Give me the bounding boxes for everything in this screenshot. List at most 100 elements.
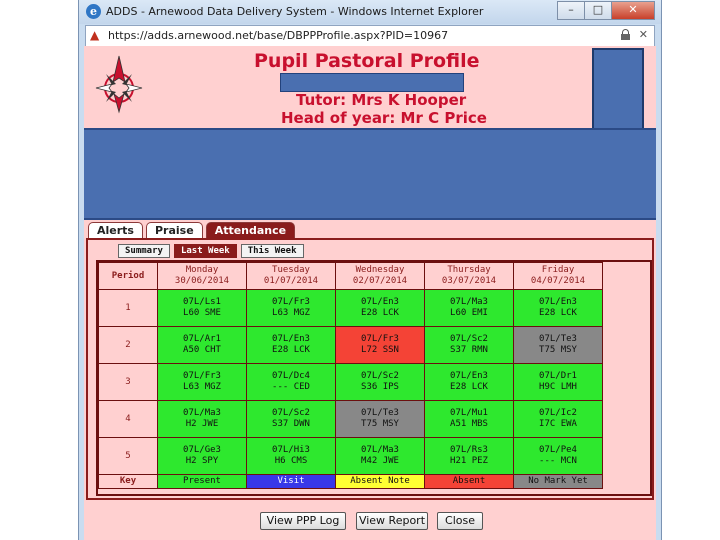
lesson-class: 07L/Hi3 [272,445,310,455]
lesson-room: S36 IPS [361,382,399,392]
subtab-summary[interactable]: Summary [118,244,170,258]
arnewood-logo-icon [95,55,143,114]
lesson-class: 07L/Ge3 [183,445,221,455]
lesson-cell: 07L/Ic2 I7C EWA [513,400,603,438]
lesson-room: H9C LMH [539,382,577,392]
browser-window: e ADDS - Arnewood Data Delivery System -… [78,0,662,540]
lesson-cell: 07L/Ma3 M42 JWE [335,437,425,475]
view-report-button[interactable]: View Report [356,512,428,530]
lesson-class: 07L/Pe4 [539,445,577,455]
lesson-cell: 07L/En3 E28 LCK [424,363,514,401]
lesson-cell: 07L/Sc2 S36 IPS [335,363,425,401]
certificate-icon[interactable]: ✕ [639,28,648,41]
lesson-room: E28 LCK [361,308,399,318]
minimize-button[interactable]: – [557,1,585,20]
lesson-room: --- MCN [539,456,577,466]
day-column-header: Wednesday 02/07/2014 [335,262,425,290]
day-date: 30/06/2014 [174,276,230,286]
attendance-grid-frame: Period Monday 30/06/2014 Tuesday 01/07/201… [96,260,652,496]
lesson-cell: 07L/Ar1 A50 CHT [157,326,247,364]
lesson-class: 07L/Ic2 [539,408,577,418]
key-absent: Absent [424,474,514,489]
key-absent-note: Absent Note [335,474,425,489]
view-ppp-log-button[interactable]: View PPP Log [260,512,346,530]
lesson-cell: 07L/Sc2 S37 RMN [424,326,514,364]
lesson-class: 07L/En3 [539,297,577,307]
profile-tabs: Alerts Praise Attendance [88,222,298,238]
day-date: 03/07/2014 [441,276,497,286]
period-column-header: Period [98,262,158,290]
lesson-room: H6 CMS [274,456,308,466]
redacted-details [84,128,656,220]
lesson-room: E28 LCK [539,308,577,318]
address-bar[interactable]: ▲ https://adds.arnewood.net/base/DBPPPro… [85,25,655,47]
lesson-class: 07L/Fr3 [361,334,399,344]
subtab-this-week[interactable]: This Week [240,244,304,258]
page-content: Pupil Pastoral Profile Tutor: Mrs K Hoop… [84,46,656,540]
period-number: 1 [98,289,158,327]
tab-attendance[interactable]: Attendance [205,222,296,238]
day-name: Monday [185,265,219,275]
key-present: Present [157,474,247,489]
lesson-room: A51 MBS [450,419,488,429]
subtab-last-week[interactable]: Last Week [173,244,237,258]
lesson-cell: 07L/Rs3 H21 PEZ [424,437,514,475]
table-row: 3 07L/Fr3 L63 MGZ 07L/Dc4 --- CED 07L/Sc2 S… [98,363,603,401]
lesson-class: 07L/Mu1 [450,408,488,418]
page-title: Pupil Pastoral Profile [254,50,480,72]
lesson-class: 07L/Ma3 [450,297,488,307]
lesson-cell: 07L/Ma3 H2 JWE [157,400,247,438]
period-number: 5 [98,437,158,475]
lesson-cell: 07L/Ma3 L60 EMI [424,289,514,327]
profile-header: Pupil Pastoral Profile Tutor: Mrs K Hoop… [84,46,656,130]
lesson-class: 07L/Te3 [361,408,399,418]
period-number: 4 [98,400,158,438]
lesson-cell: 07L/Mu1 A51 MBS [424,400,514,438]
tab-alerts[interactable]: Alerts [88,222,143,238]
lesson-cell: 07L/Ge3 H2 SPY [157,437,247,475]
tab-praise[interactable]: Praise [145,222,203,238]
action-bar: View PPP Log View Report Close [84,506,656,540]
lesson-class: 07L/Sc2 [450,334,488,344]
period-number: 2 [98,326,158,364]
table-row: 1 07L/Ls1 L60 SME 07L/Fr3 L63 MGZ 07L/En3 E… [98,289,603,327]
lesson-cell: 07L/En3 E28 LCK [513,289,603,327]
attendance-panel: Summary Last Week This Week Period Monda… [86,238,654,500]
lesson-class: 07L/Rs3 [450,445,488,455]
day-name: Tuesday [272,265,310,275]
lesson-class: 07L/Ls1 [183,297,221,307]
close-window-button[interactable]: ✕ [611,1,655,20]
lesson-room: T75 MSY [361,419,399,429]
lesson-room: L60 SME [183,308,221,318]
lesson-room: M42 JWE [361,456,399,466]
lesson-room: L63 MGZ [183,382,221,392]
table-header-row: Period Monday 30/06/2014 Tuesday 01/07/201… [98,262,603,290]
lesson-cell: 07L/En3 E28 LCK [246,326,336,364]
lesson-class: 07L/Te3 [539,334,577,344]
day-date: 02/07/2014 [352,276,408,286]
maximize-button[interactable]: □ [584,1,612,20]
close-button[interactable]: Close [437,512,483,530]
redacted-name [280,73,464,92]
lock-icon[interactable] [621,29,630,40]
lesson-room: I7C EWA [539,419,577,429]
lesson-class: 07L/Dr1 [539,371,577,381]
head-of-year-label: Head of year: Mr C Price [281,109,487,127]
lesson-cell: 07L/Hi3 H6 CMS [246,437,336,475]
day-name: Wednesday [355,265,405,275]
lesson-class: 07L/Ma3 [183,408,221,418]
url-text: https://adds.arnewood.net/base/DBPPProfi… [108,29,449,42]
lesson-room: H2 SPY [185,456,219,466]
lesson-room: E28 LCK [272,345,310,355]
lesson-room: E28 LCK [450,382,488,392]
arnewood-logo-icon: ▲ [90,28,100,42]
lesson-cell: 07L/En3 E28 LCK [335,289,425,327]
ie-icon: e [86,4,101,19]
day-column-header: Tuesday 01/07/2014 [246,262,336,290]
window-title: ADDS - Arnewood Data Delivery System - W… [106,5,484,18]
lesson-cell: 07L/Sc2 S37 DWN [246,400,336,438]
lesson-room: S37 DWN [272,419,310,429]
key-visit: Visit [246,474,336,489]
day-column-header: Thursday 03/07/2014 [424,262,514,290]
lesson-cell: 07L/Dr1 H9C LMH [513,363,603,401]
